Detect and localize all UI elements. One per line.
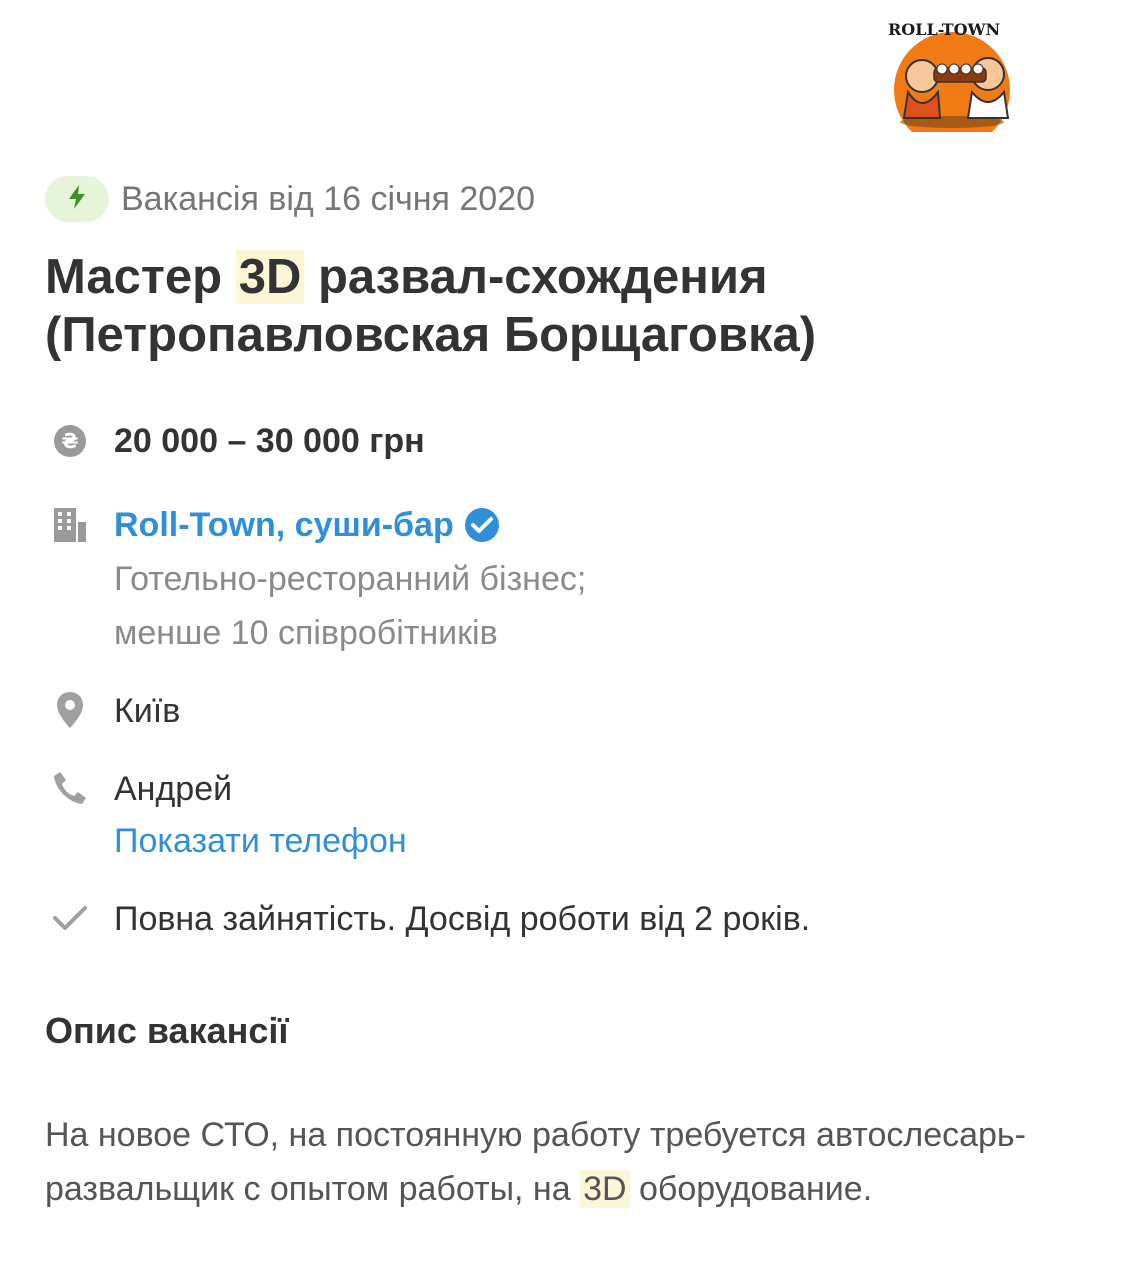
location-pin-icon — [46, 686, 94, 734]
company-name[interactable]: Roll-Town, суши-бар — [114, 498, 454, 552]
company-logo: ROLL-TOWN — [880, 14, 1050, 132]
description-part1: На новое СТО, на постоянную работу требу… — [45, 1116, 1026, 1208]
lightning-icon — [66, 184, 88, 215]
company-link[interactable]: Roll-Town, суши-бар — [114, 498, 500, 552]
posting-date: Вакансія від 16 січня 2020 — [121, 179, 536, 218]
salary-text: 20 000 – 30 000 грн — [114, 422, 425, 460]
conditions-text: Повна зайнятість. Досвід роботи від 2 ро… — [114, 900, 811, 938]
description-highlight: 3D — [580, 1170, 630, 1208]
company-size: менше 10 співробітників — [114, 614, 498, 652]
checkmark-icon — [46, 894, 94, 942]
job-title-part1: Мастер — [45, 250, 236, 304]
posting-date-row: Вакансія від 16 січня 2020 — [45, 176, 535, 222]
company-industry: Готельно-ресторанний бізнес; — [114, 560, 587, 598]
description-text: На новое СТО, на постоянную работу требу… — [45, 1108, 1055, 1216]
contact-name: Андрей — [114, 770, 233, 808]
job-title-highlight: 3D — [235, 250, 305, 304]
description-heading: Опис вакансії — [45, 1010, 289, 1051]
hot-badge — [45, 176, 109, 222]
job-title: Мастер 3D развал-схождения (Петропавловс… — [45, 248, 1085, 364]
location-text: Київ — [114, 692, 181, 730]
verified-icon — [464, 507, 500, 543]
description-part2: оборудование. — [629, 1170, 873, 1208]
show-phone-link[interactable]: Показати телефон — [114, 814, 407, 868]
logo-text: ROLL-TOWN — [888, 20, 1001, 39]
svg-text:₴: ₴ — [61, 429, 78, 453]
phone-icon — [46, 764, 94, 812]
building-icon — [46, 500, 94, 548]
currency-icon: ₴ — [46, 417, 94, 465]
